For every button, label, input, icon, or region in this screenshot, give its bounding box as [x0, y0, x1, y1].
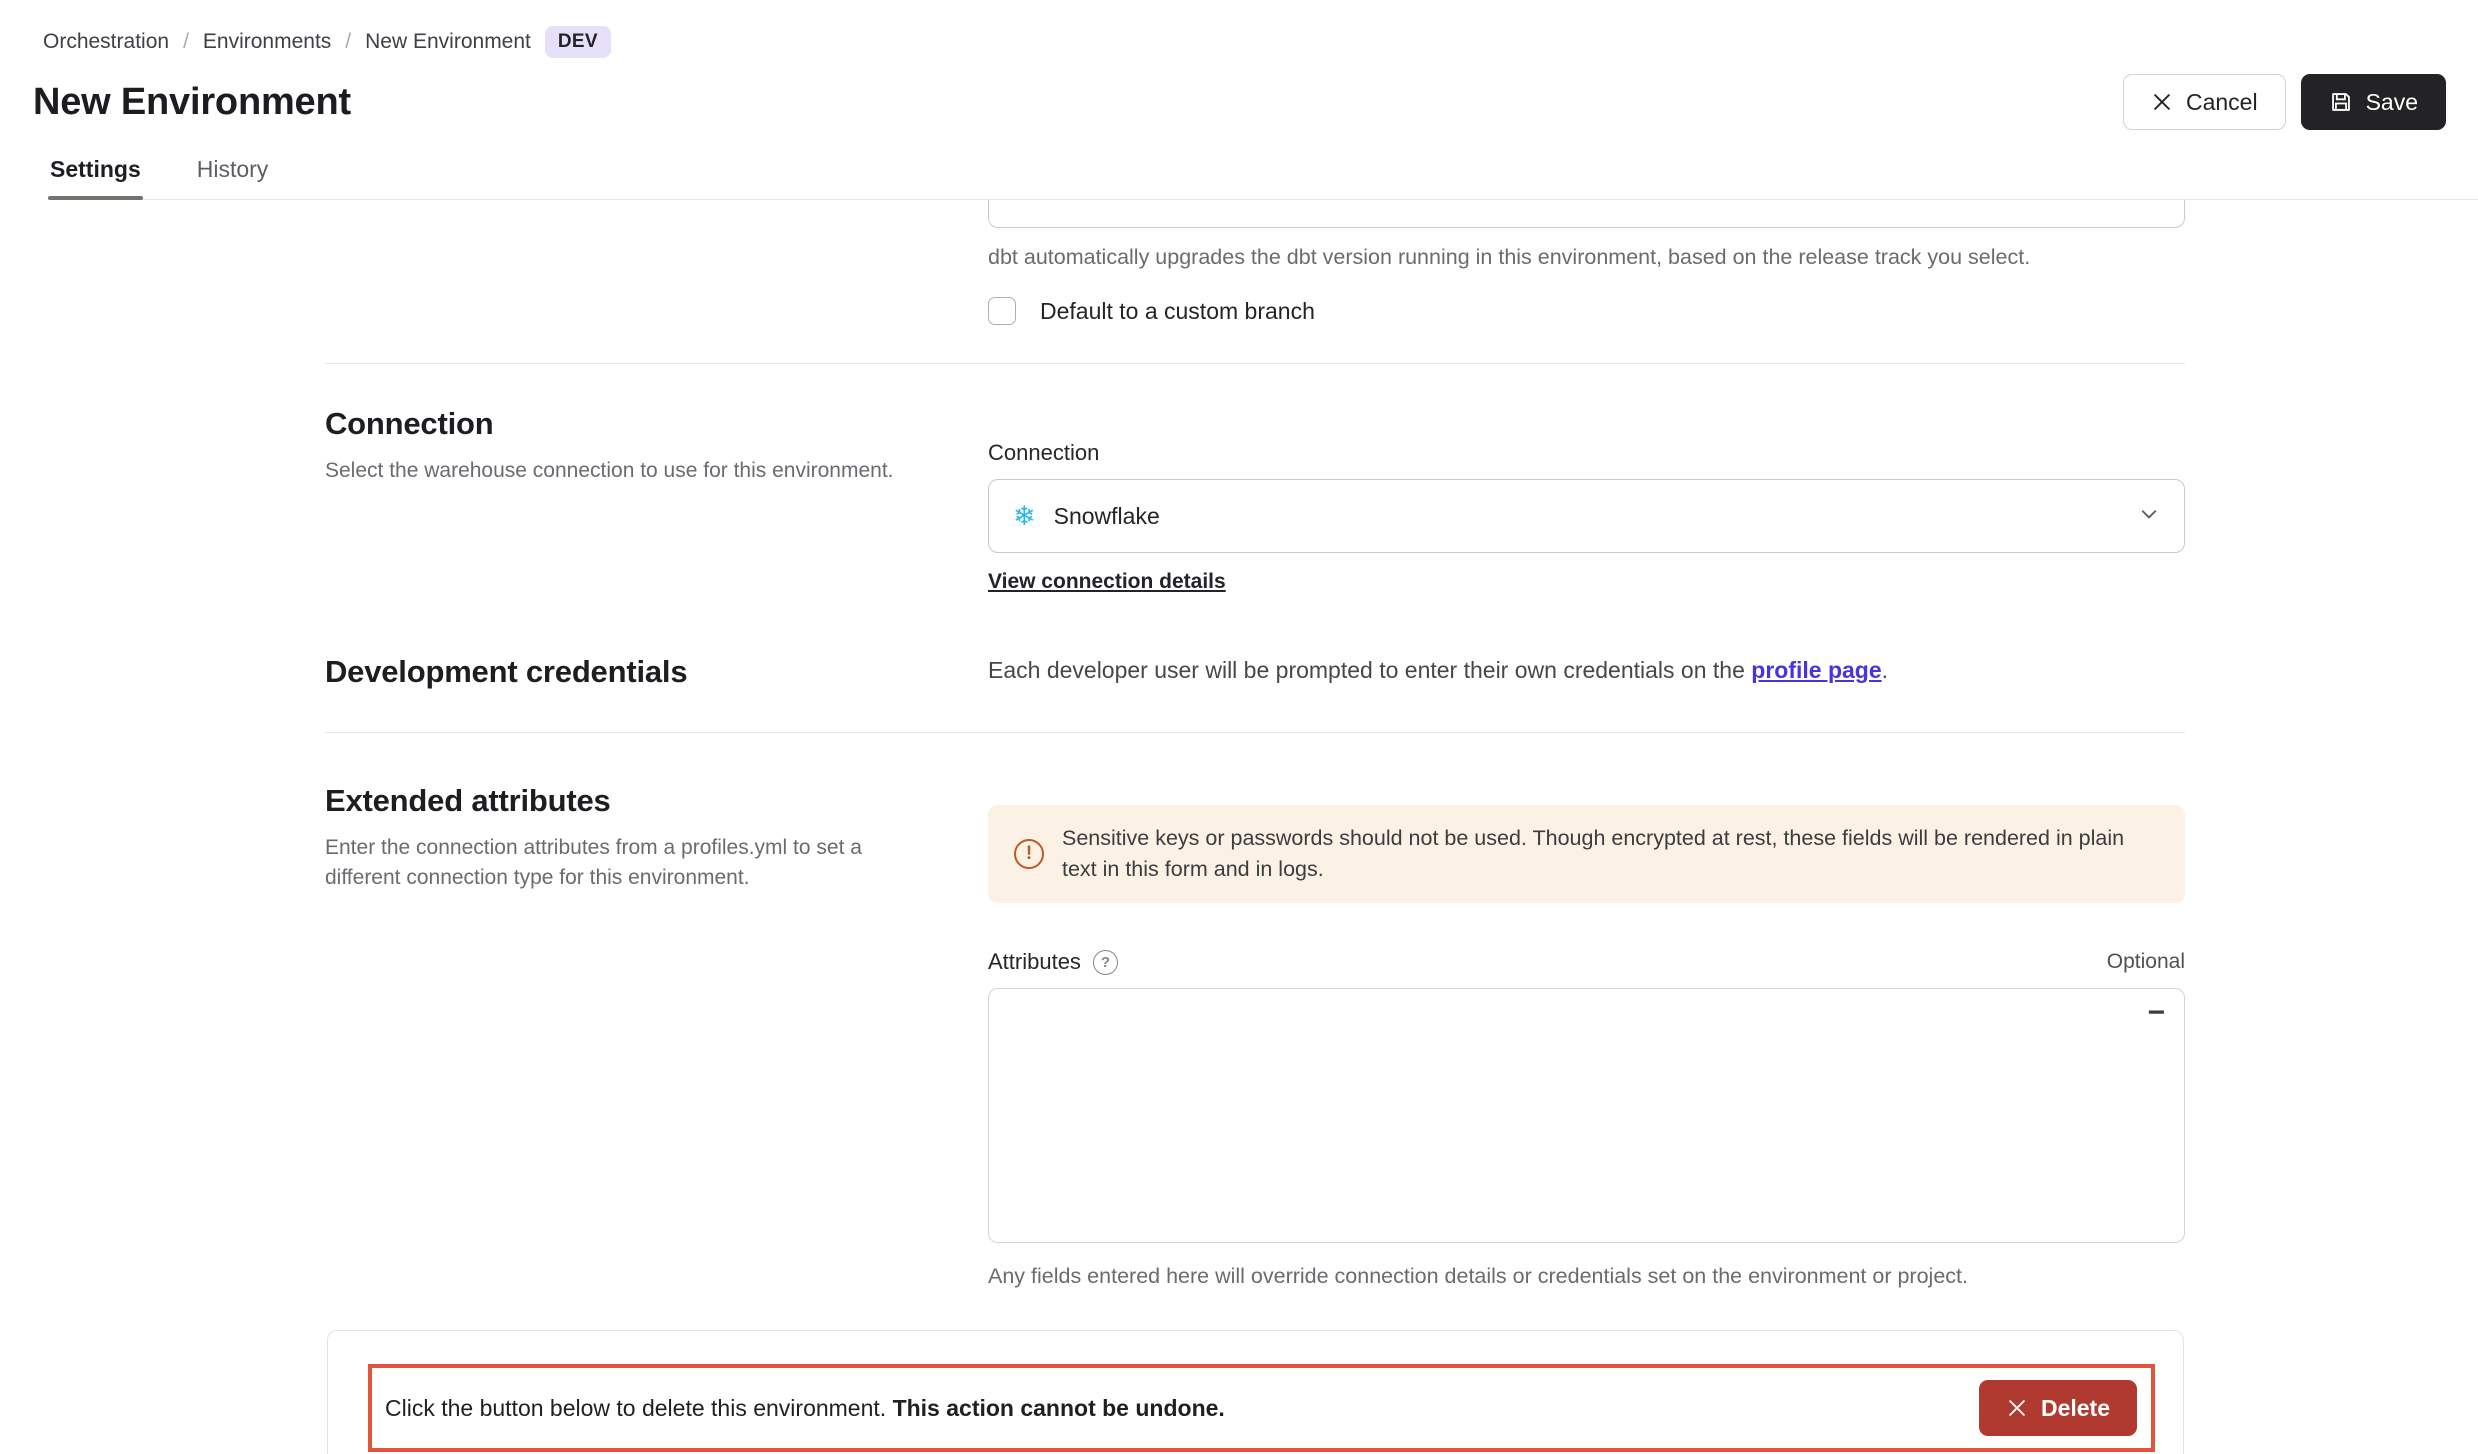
credentials-heading: Development credentials — [325, 654, 988, 690]
connection-field-label: Connection — [988, 440, 2185, 466]
breadcrumb-separator: / — [345, 30, 351, 54]
delete-environment-card: Click the button below to delete this en… — [327, 1330, 2184, 1454]
connection-select-value: Snowflake — [1054, 503, 2138, 530]
close-icon — [2151, 91, 2173, 113]
connection-description: Select the warehouse connection to use f… — [325, 456, 905, 486]
profile-page-link[interactable]: profile page — [1751, 657, 1881, 683]
snowflake-icon: ❄ — [1013, 503, 1036, 530]
extended-attributes-heading: Extended attributes — [325, 783, 988, 819]
credentials-text-before: Each developer user will be prompted to … — [988, 657, 1751, 683]
attributes-helper: Any fields entered here will override co… — [988, 1262, 2185, 1290]
custom-branch-checkbox[interactable] — [988, 297, 1016, 325]
save-icon — [2329, 90, 2353, 114]
credentials-section: Development credentials Each developer u… — [325, 654, 2185, 690]
breadcrumb-new-environment[interactable]: New Environment — [365, 30, 531, 54]
attributes-editor: − — [988, 988, 2185, 1248]
breadcrumb-orchestration[interactable]: Orchestration — [43, 30, 169, 54]
delete-warning-text-bold: This action cannot be undone. — [893, 1395, 1225, 1421]
cancel-button[interactable]: Cancel — [2123, 74, 2286, 130]
environment-form: dbt automatically upgrades the dbt versi… — [325, 200, 2185, 1454]
page-title: New Environment — [33, 81, 351, 124]
delete-warning-text: Click the button below to delete this en… — [385, 1395, 1979, 1422]
view-connection-details-link[interactable]: View connection details — [988, 570, 1226, 594]
delete-highlight-box: Click the button below to delete this en… — [368, 1364, 2155, 1452]
save-button-label: Save — [2366, 89, 2418, 116]
warning-text: Sensitive keys or passwords should not b… — [1062, 823, 2159, 885]
header-actions: Cancel Save — [2123, 74, 2446, 130]
attributes-label-row: Attributes ? Optional — [988, 949, 2185, 975]
custom-branch-row: Default to a custom branch — [988, 297, 2185, 325]
warning-icon: ! — [1014, 839, 1044, 869]
breadcrumb: Orchestration / Environments / New Envir… — [0, 0, 2478, 58]
attributes-label: Attributes — [988, 949, 1081, 975]
tab-bar: Settings History — [48, 156, 2478, 200]
release-track-row: dbt automatically upgrades the dbt versi… — [325, 200, 2185, 325]
release-track-input[interactable] — [988, 200, 2185, 228]
close-icon — [2006, 1397, 2028, 1419]
attributes-textarea[interactable] — [988, 988, 2185, 1243]
collapse-icon[interactable]: − — [2147, 998, 2165, 1028]
extended-attributes-description: Enter the connection attributes from a p… — [325, 833, 925, 893]
optional-label: Optional — [2107, 950, 2185, 974]
connection-section: Connection Select the warehouse connecti… — [325, 364, 2185, 594]
tab-history[interactable]: History — [195, 156, 271, 199]
chevron-down-icon — [2138, 503, 2160, 530]
extended-attributes-section: Extended attributes Enter the connection… — [325, 733, 2185, 1290]
cancel-button-label: Cancel — [2186, 89, 2258, 116]
credentials-text: Each developer user will be prompted to … — [988, 657, 2185, 684]
custom-branch-label: Default to a custom branch — [1040, 298, 1315, 325]
release-track-helper: dbt automatically upgrades the dbt versi… — [988, 243, 2185, 271]
environment-type-badge: DEV — [545, 26, 611, 58]
connection-heading: Connection — [325, 406, 988, 442]
connection-select[interactable]: ❄ Snowflake — [988, 479, 2185, 553]
tab-settings[interactable]: Settings — [48, 156, 143, 199]
help-icon[interactable]: ? — [1093, 950, 1118, 975]
page-header: New Environment Cancel Save — [33, 74, 2446, 130]
delete-warning-text-normal: Click the button below to delete this en… — [385, 1395, 893, 1421]
breadcrumb-separator: / — [183, 30, 189, 54]
sensitive-keys-warning: ! Sensitive keys or passwords should not… — [988, 805, 2185, 903]
delete-button-label: Delete — [2041, 1395, 2110, 1422]
save-button[interactable]: Save — [2301, 74, 2446, 130]
breadcrumb-environments[interactable]: Environments — [203, 30, 331, 54]
credentials-text-suffix: . — [1882, 657, 1888, 683]
delete-button[interactable]: Delete — [1979, 1380, 2137, 1436]
